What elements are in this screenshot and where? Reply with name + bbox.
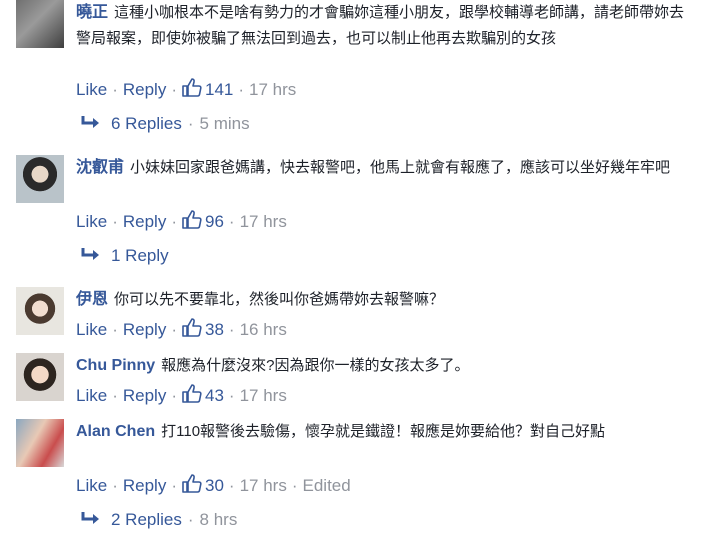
thumbs-up-icon (182, 78, 202, 97)
comment-text: 報應為什麼沒來?因為跟你一樣的女孩太多了。 (161, 357, 470, 374)
commenter-name[interactable]: Alan Chen (76, 423, 155, 440)
comment-body: 曉正 這種小咖根本不是啥有勢力的才會騙妳這種小朋友，跟學校輔導老師講，請老師帶妳去… (76, 0, 691, 52)
timestamp[interactable]: 16 hrs (240, 320, 287, 339)
view-replies[interactable]: 1 Reply (80, 246, 169, 266)
timestamp[interactable]: 17 hrs (240, 386, 287, 405)
reply-link[interactable]: Reply (123, 320, 166, 339)
avatar[interactable] (16, 155, 64, 203)
comment-actions: Like · Reply · 43 · 17 hrs (76, 384, 287, 405)
thumbs-up-icon (182, 474, 202, 493)
comment-body: 伊恩 你可以先不要靠北，然後叫你爸媽帶妳去報警嘛？ (76, 287, 691, 313)
timestamp[interactable]: 17 hrs (240, 476, 287, 495)
timestamp[interactable]: 17 hrs (249, 80, 296, 99)
reply-arrow-icon (81, 248, 99, 260)
commenter-name[interactable]: 曉正 (76, 4, 108, 21)
like-count-value: 96 (205, 212, 224, 231)
reply-link[interactable]: Reply (123, 212, 166, 231)
timestamp[interactable]: 17 hrs (240, 212, 287, 231)
reply-link[interactable]: Reply (123, 476, 166, 495)
replies-timestamp: 5 mins (199, 114, 250, 133)
commenter-name[interactable]: 沈叡甫 (76, 159, 124, 176)
like-count-value: 38 (205, 320, 224, 339)
view-replies[interactable]: 2 Replies · 8 hrs (80, 510, 237, 530)
like-count-value: 43 (205, 386, 224, 405)
reply-link[interactable]: Reply (123, 386, 166, 405)
reply-arrow-icon (81, 512, 99, 524)
like-link[interactable]: Like (76, 212, 107, 231)
comment-text: 這種小咖根本不是啥有勢力的才會騙妳這種小朋友，跟學校輔導老師講，請老師帶妳去警局… (76, 4, 685, 47)
view-replies[interactable]: 6 Replies · 5 mins (80, 114, 250, 134)
comment-body: Chu Pinny 報應為什麼沒來?因為跟你一樣的女孩太多了。 (76, 353, 691, 379)
comment-actions: Like · Reply · 30 · 17 hrs · Edited (76, 474, 351, 495)
comment-text: 你可以先不要靠北，然後叫你爸媽帶妳去報警嘛？ (114, 291, 445, 308)
commenter-name[interactable]: 伊恩 (76, 291, 108, 308)
replies-link[interactable]: 2 Replies (111, 510, 182, 529)
replies-link[interactable]: 6 Replies (111, 114, 182, 133)
edited-label[interactable]: Edited (303, 476, 351, 495)
reply-arrow-icon (81, 116, 99, 128)
avatar[interactable] (16, 419, 64, 467)
like-count[interactable]: 38 (182, 318, 224, 339)
like-link[interactable]: Like (76, 476, 107, 495)
like-count[interactable]: 141 (182, 78, 234, 99)
comment-actions: Like · Reply · 141 · 17 hrs (76, 78, 297, 99)
avatar[interactable] (16, 287, 64, 335)
like-count[interactable]: 96 (182, 210, 224, 231)
replies-link[interactable]: 1 Reply (111, 246, 169, 265)
avatar[interactable] (16, 353, 64, 401)
like-link[interactable]: Like (76, 320, 107, 339)
thumbs-up-icon (182, 318, 202, 337)
comment-text: 小妹妹回家跟爸媽講，快去報警吧，他馬上就會有報應了，應該可以坐好幾年牢吧 (130, 159, 671, 176)
thumbs-up-icon (182, 384, 202, 403)
comment-body: 沈叡甫 小妹妹回家跟爸媽講，快去報警吧，他馬上就會有報應了，應該可以坐好幾年牢吧 (76, 155, 691, 181)
comment-actions: Like · Reply · 38 · 16 hrs (76, 318, 287, 339)
comment-actions: Like · Reply · 96 · 17 hrs (76, 210, 287, 231)
like-count-value: 141 (205, 80, 234, 99)
replies-timestamp: 8 hrs (199, 510, 238, 529)
thumbs-up-icon (182, 210, 202, 229)
reply-link[interactable]: Reply (123, 80, 166, 99)
like-link[interactable]: Like (76, 386, 107, 405)
comment-body: Alan Chen 打110報警後去驗傷，懷孕就是鐵證！報應是妳要給他？對自己好點 (76, 419, 691, 445)
avatar[interactable] (16, 0, 64, 48)
comment-text: 打110報警後去驗傷，懷孕就是鐵證！報應是妳要給他？對自己好點 (161, 423, 606, 440)
like-link[interactable]: Like (76, 80, 107, 99)
like-count[interactable]: 30 (182, 474, 224, 495)
like-count[interactable]: 43 (182, 384, 224, 405)
commenter-name[interactable]: Chu Pinny (76, 357, 155, 374)
like-count-value: 30 (205, 476, 224, 495)
